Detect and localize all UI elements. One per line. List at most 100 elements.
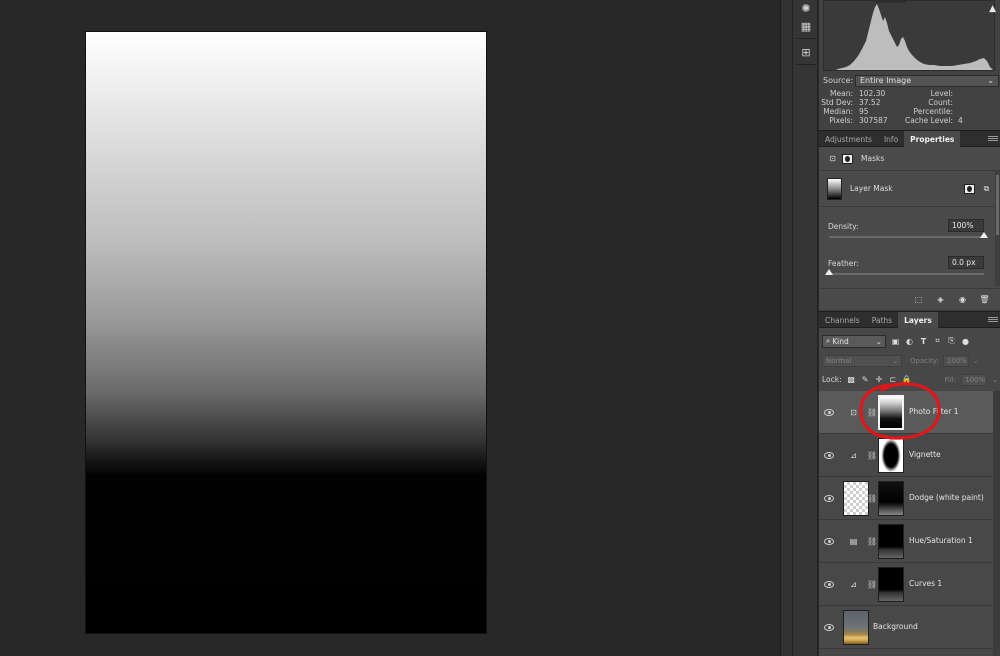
lock-all-icon[interactable]: 🔒	[902, 375, 912, 384]
density-field[interactable]: 100%	[948, 219, 984, 232]
stddev-label: Std Dev:	[821, 98, 853, 107]
lock-image-brush-icon[interactable]: ✎	[861, 375, 870, 384]
tab-channels[interactable]: Channels	[819, 312, 866, 328]
layer-name[interactable]: Hue/Saturation 1	[909, 536, 973, 545]
filter-type-icon[interactable]: T	[919, 337, 928, 346]
layer-row-vignette[interactable]: ⊿ ⛓ Vignette	[819, 434, 993, 477]
link-chain-icon[interactable]: ⛓	[867, 493, 877, 504]
trash-icon[interactable]: 🗑	[979, 295, 990, 305]
density-slider-thumb[interactable]	[980, 232, 988, 238]
visibility-eye-icon[interactable]	[824, 451, 834, 459]
histogram-curve	[836, 4, 993, 70]
panel-menu-icon[interactable]	[988, 312, 998, 327]
filter-adjustment-icon[interactable]: ◐	[905, 337, 914, 346]
apply-mask-icon[interactable]: ◈	[935, 295, 946, 305]
layer-mask-label: Layer Mask	[850, 184, 893, 193]
layer-name[interactable]: Vignette	[909, 450, 941, 459]
chevron-down-icon[interactable]: ⌄	[973, 357, 979, 365]
fill-label: Fill:	[944, 375, 957, 384]
canvas-document[interactable]	[85, 31, 487, 634]
fill-field[interactable]: 100%	[961, 373, 988, 386]
opacity-field[interactable]: 100%	[942, 354, 969, 367]
filter-toggle-icon[interactable]: ●	[961, 337, 970, 346]
density-slider[interactable]	[829, 232, 988, 238]
filter-shape-icon[interactable]: ⌗	[933, 336, 942, 346]
layer-mask-row: Layer Mask ⧉	[819, 171, 1000, 207]
chevron-down-icon: ⌄	[987, 76, 994, 85]
curves-icon[interactable]: ⊿	[848, 580, 859, 589]
properties-scrollbar[interactable]	[995, 171, 1000, 286]
filter-smart-object-icon[interactable]: ⎘	[947, 336, 956, 346]
layer-name[interactable]: Photo Filter 1	[909, 407, 959, 416]
lock-artboard-icon[interactable]: ⊏	[888, 375, 897, 384]
layers-scrollbar[interactable]	[993, 391, 1000, 656]
lock-position-icon[interactable]: ✛	[875, 375, 884, 384]
mean-value: 102.30	[859, 89, 886, 98]
layers-blend-row: Normal ⌄ Opacity: 100% ⌄	[822, 354, 998, 367]
visibility-eye-icon[interactable]	[824, 408, 834, 416]
visibility-eye-icon[interactable]	[824, 494, 834, 502]
visibility-eye-icon[interactable]	[824, 580, 834, 588]
blend-mode-select[interactable]: Normal ⌄	[822, 354, 902, 367]
alert-triangle-icon[interactable]: ▲	[989, 4, 996, 14]
layer-mask-thumbnail[interactable]	[878, 524, 904, 559]
load-selection-icon[interactable]: ⬚	[913, 295, 924, 305]
layer-pixel-thumbnail[interactable]	[843, 610, 869, 645]
layer-name[interactable]: Curves 1	[909, 579, 942, 588]
source-select[interactable]: Entire Image ⌄	[855, 74, 999, 87]
visibility-eye-icon[interactable]	[824, 537, 834, 545]
layer-row-background[interactable]: Background	[819, 606, 993, 649]
feather-slider-thumb[interactable]	[825, 269, 833, 275]
layer-name[interactable]: Dodge (white paint)	[909, 493, 984, 502]
tab-layers[interactable]: Layers	[898, 312, 938, 328]
hue-saturation-icon[interactable]: ▤	[848, 537, 859, 546]
link-chain-icon[interactable]: ⛓	[867, 579, 877, 590]
layer-row-photo-filter[interactable]: ⊡ ⛓ Photo Filter 1	[819, 391, 993, 434]
layer-mask-thumbnail[interactable]	[878, 481, 904, 516]
tab-adjustments[interactable]: Adjustments	[819, 131, 878, 147]
layer-row-hue-saturation[interactable]: ▤ ⛓ Hue/Saturation 1	[819, 520, 993, 563]
layer-row-curves[interactable]: ⊿ ⛓ Curves 1	[819, 563, 993, 606]
swatches-grid-icon[interactable]: ▦	[797, 18, 815, 34]
feather-field[interactable]: 0.0 px	[948, 256, 984, 269]
layer-mask-icon[interactable]	[842, 153, 853, 164]
histogram-top-marker	[876, 1, 906, 3]
clone-source-icon[interactable]: ⊞	[797, 44, 815, 60]
link-chain-icon[interactable]: ⛓	[867, 407, 877, 418]
median-label: Median:	[823, 107, 853, 116]
layer-mask-thumbnail[interactable]	[878, 395, 904, 430]
layer-row-dodge[interactable]: ⛓ Dodge (white paint)	[819, 477, 993, 520]
adjustment-camera-icon[interactable]: ⊡	[827, 154, 838, 164]
photo-filter-icon[interactable]: ⊡	[848, 408, 859, 417]
layer-pixel-thumbnail[interactable]	[843, 481, 869, 516]
panel-menu-icon[interactable]	[988, 131, 998, 146]
visibility-eye-icon[interactable]	[824, 623, 834, 631]
mask-thumbnail[interactable]	[827, 177, 842, 200]
layer-name[interactable]: Background	[873, 622, 918, 631]
tab-paths[interactable]: Paths	[866, 312, 898, 328]
document-workspace[interactable]	[0, 0, 780, 656]
tab-info[interactable]: Info	[878, 131, 904, 147]
visibility-eye-icon[interactable]: ◉	[957, 295, 968, 305]
add-pixel-mask-icon[interactable]	[964, 183, 975, 194]
link-chain-icon[interactable]: ⛓	[867, 450, 877, 461]
level-label: Level:	[930, 89, 953, 98]
filter-pixel-icon[interactable]: ▣	[891, 337, 900, 346]
curves-icon[interactable]: ⊿	[848, 451, 859, 460]
add-vector-mask-icon[interactable]: ⧉	[981, 184, 992, 194]
panel-divider[interactable]	[780, 0, 792, 656]
layer-mask-thumbnail[interactable]	[878, 438, 904, 473]
link-chain-icon[interactable]: ⛓	[867, 536, 877, 547]
strip-separator	[796, 64, 816, 65]
feather-slider[interactable]	[825, 269, 984, 275]
kind-filter-select[interactable]: ⌕ Kind ⌄	[822, 334, 886, 348]
chevron-down-icon: ⌄	[875, 336, 882, 346]
color-palette-icon[interactable]: ✺	[797, 0, 815, 16]
tab-properties[interactable]: Properties	[904, 131, 961, 147]
layers-lock-row: Lock: ▩ ✎ ✛ ⊏ 🔒 Fill: 100% ⌄	[822, 373, 998, 386]
layers-tabbar: Channels Paths Layers	[819, 311, 1000, 328]
lock-transparent-icon[interactable]: ▩	[847, 375, 856, 384]
layer-mask-thumbnail[interactable]	[878, 567, 904, 602]
chevron-down-icon[interactable]: ⌄	[992, 376, 998, 384]
properties-panel: ⊡ Masks Layer Mask ⧉ Density: 100% Feath…	[819, 147, 1000, 310]
